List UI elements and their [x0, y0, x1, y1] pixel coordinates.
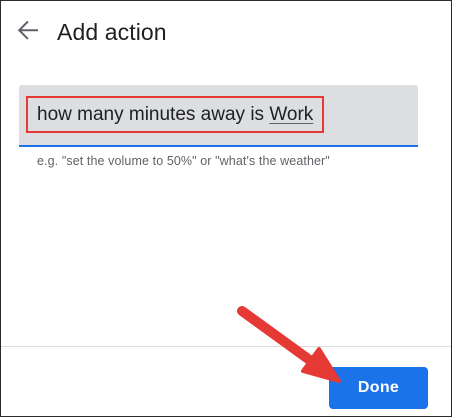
- input-text-link-word[interactable]: Work: [269, 104, 313, 125]
- back-button[interactable]: [13, 15, 43, 45]
- done-button[interactable]: Done: [329, 367, 428, 409]
- footer-divider: [1, 346, 451, 347]
- annotation-highlight-box: how many minutes away is Work: [26, 96, 325, 133]
- action-input-text: how many minutes away is Work: [37, 104, 313, 126]
- page-title: Add action: [57, 19, 167, 45]
- action-input-field[interactable]: how many minutes away is Work: [19, 85, 418, 147]
- input-helper-text: e.g. "set the volume to 50%" or "what's …: [37, 154, 330, 168]
- app-bar: Add action: [1, 1, 451, 63]
- arrow-back-icon: [17, 20, 38, 40]
- add-action-screen: Add action how many minutes away is Work…: [0, 0, 452, 417]
- input-text-prefix: how many minutes away is: [37, 103, 270, 125]
